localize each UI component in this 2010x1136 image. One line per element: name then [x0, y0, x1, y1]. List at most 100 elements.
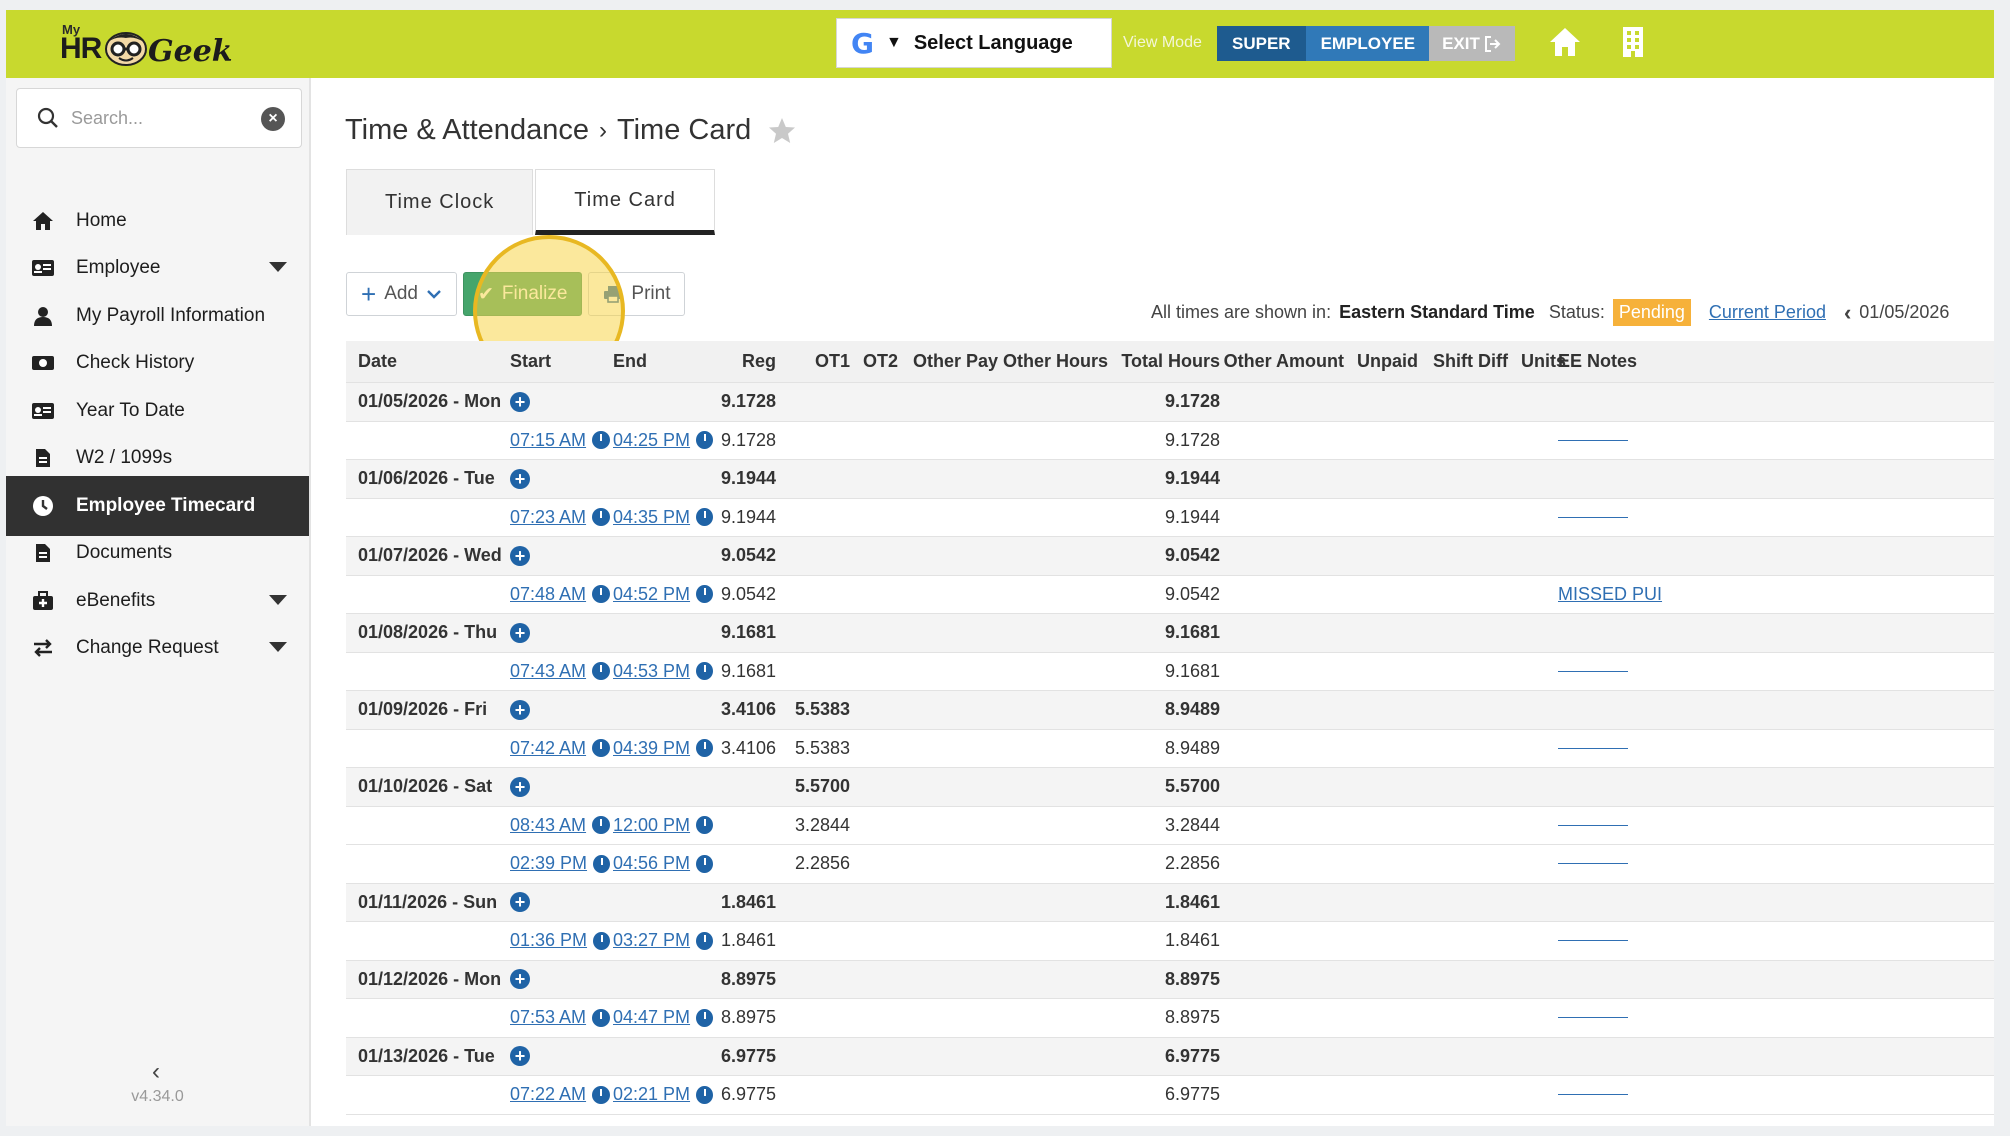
ee-notes-link[interactable]	[1558, 439, 1628, 441]
punch-start-link[interactable]: 07:22 AM	[510, 1084, 586, 1105]
add-punch-icon[interactable]: +	[510, 468, 530, 489]
punch-start-link[interactable]: 07:15 AM	[510, 430, 586, 451]
finalize-button[interactable]: ✔ Finalize	[463, 272, 583, 316]
language-label: Select Language	[913, 31, 1073, 54]
clock-icon[interactable]	[592, 1085, 610, 1104]
ee-notes-link[interactable]	[1558, 1017, 1628, 1019]
ee-notes-link[interactable]	[1558, 516, 1628, 518]
ee-notes-cell	[1558, 499, 1678, 537]
caret-down-icon[interactable]	[269, 642, 287, 652]
clock-icon[interactable]	[592, 431, 610, 450]
punch-end-link[interactable]: 03:27 PM	[613, 930, 690, 951]
main-content: Time & Attendance › Time Card Time Clock…	[311, 78, 1994, 1126]
punch-end-link[interactable]: 12:00 PM	[613, 815, 690, 836]
clock-icon[interactable]	[592, 1008, 610, 1027]
tab-time-card[interactable]: Time Card	[535, 169, 715, 235]
add-punch-icon[interactable]: +	[510, 699, 530, 720]
punch-row: 07:15 AM 04:25 PM 9.1728 9.1728	[346, 422, 1994, 460]
current-period-link[interactable]: Current Period	[1709, 302, 1826, 323]
favorite-star-icon[interactable]	[767, 116, 797, 146]
add-punch-cell: +	[510, 383, 610, 421]
clock-icon[interactable]	[593, 854, 610, 873]
sidebar-item-label: Employee	[76, 257, 161, 278]
breadcrumb-separator: ›	[598, 116, 607, 144]
punch-end-link[interactable]: 02:21 PM	[613, 1084, 690, 1105]
add-punch-icon[interactable]: +	[510, 892, 530, 913]
ee-notes-link[interactable]	[1558, 747, 1628, 749]
add-button[interactable]: + Add	[346, 272, 457, 316]
app-logo[interactable]: My HR Geek	[56, 22, 233, 70]
clear-search-icon[interactable]: ×	[261, 107, 285, 131]
clock-icon[interactable]	[592, 585, 610, 604]
punch-start-link[interactable]: 08:43 AM	[510, 815, 586, 836]
add-punch-icon[interactable]: +	[510, 1046, 530, 1067]
view-mode-employee-button[interactable]: EMPLOYEE	[1305, 26, 1431, 61]
punch-end-link[interactable]: 04:56 PM	[613, 853, 690, 874]
add-punch-icon[interactable]: +	[510, 622, 530, 643]
ee-notes-link[interactable]	[1558, 670, 1628, 672]
language-select[interactable]: G ▼ Select Language	[836, 18, 1112, 68]
file-icon	[30, 447, 56, 469]
punch-start-link[interactable]: 07:43 AM	[510, 661, 586, 682]
ee-notes-link[interactable]	[1558, 824, 1628, 826]
exit-label: EXIT	[1442, 33, 1480, 53]
ot1-hours	[776, 961, 850, 999]
collapse-sidebar-icon[interactable]: ‹	[152, 1058, 160, 1086]
sidebar-item-change-request[interactable]: Change Request	[6, 618, 309, 678]
clock-icon[interactable]	[592, 739, 610, 758]
punch-end-link[interactable]: 04:47 PM	[613, 1007, 690, 1028]
ee-notes-cell	[1558, 422, 1678, 460]
punch-end-link[interactable]: 04:53 PM	[613, 661, 690, 682]
column-header: OT1	[814, 351, 850, 371]
app-frame: My HR Geek G ▼ Select Language View Mode…	[6, 10, 1994, 1126]
punch-end-link[interactable]: 04:35 PM	[613, 507, 690, 528]
sign-out-icon	[1484, 35, 1501, 52]
building-icon[interactable]	[1620, 25, 1646, 59]
punch-start-link[interactable]: 07:53 AM	[510, 1007, 586, 1028]
home-icon[interactable]	[1548, 26, 1582, 58]
caret-down-icon[interactable]	[269, 595, 287, 605]
ot1-hours: 3.2844	[794, 814, 850, 835]
ee-notes-link[interactable]	[1558, 940, 1628, 942]
clock-icon[interactable]	[592, 662, 610, 681]
add-punch-icon[interactable]: +	[510, 545, 530, 566]
caret-down-icon[interactable]	[269, 262, 287, 272]
total-hours: 8.9489	[1164, 699, 1220, 720]
clock-icon[interactable]	[592, 508, 610, 527]
ot1-hours	[776, 460, 850, 498]
add-punch-icon[interactable]: +	[510, 776, 530, 797]
breadcrumb-parent[interactable]: Time & Attendance	[345, 114, 589, 147]
ee-notes-cell	[1558, 845, 1678, 883]
add-punch-icon[interactable]: +	[510, 391, 530, 412]
punch-end-link[interactable]: 04:39 PM	[613, 738, 690, 759]
previous-period-icon[interactable]: ‹	[1844, 300, 1851, 326]
sidebar-item-label: Change Request	[76, 637, 219, 658]
punch-start-link[interactable]: 01:36 PM	[510, 930, 587, 951]
search-box[interactable]: Search... ×	[16, 88, 302, 148]
punch-start-link[interactable]: 07:48 AM	[510, 584, 586, 605]
exit-button[interactable]: EXIT	[1429, 26, 1515, 61]
punch-end-link[interactable]: 04:52 PM	[613, 584, 690, 605]
add-punch-icon[interactable]: +	[510, 969, 530, 990]
clock-icon[interactable]	[593, 931, 610, 950]
start-cell: 07:43 AM	[510, 653, 610, 691]
start-cell: 07:42 AM	[510, 730, 610, 768]
reg-hours	[686, 845, 776, 883]
ot1-hours	[776, 884, 850, 922]
view-mode-super-button[interactable]: SUPER	[1217, 26, 1306, 61]
ot1-hours	[776, 1038, 850, 1076]
day-summary-row: 01/08/2026 - Thu +9.1681 9.1681	[346, 614, 1994, 653]
total-hours: 9.1728	[1164, 429, 1220, 450]
ee-notes-link[interactable]	[1558, 863, 1628, 865]
punch-start-link[interactable]: 02:39 PM	[510, 853, 587, 874]
tab-time-clock[interactable]: Time Clock	[346, 169, 534, 235]
ee-notes-link[interactable]: MISSED PUI	[1558, 584, 1662, 605]
print-button[interactable]: Print	[588, 272, 686, 316]
start-cell: 07:53 AM	[510, 999, 610, 1037]
ee-notes-link[interactable]	[1558, 1094, 1628, 1096]
punch-start-link[interactable]: 07:23 AM	[510, 507, 586, 528]
punch-end-link[interactable]: 04:25 PM	[613, 430, 690, 451]
total-hours: 3.2844	[1164, 814, 1220, 835]
clock-icon[interactable]	[592, 816, 610, 835]
punch-start-link[interactable]: 07:42 AM	[510, 738, 586, 759]
